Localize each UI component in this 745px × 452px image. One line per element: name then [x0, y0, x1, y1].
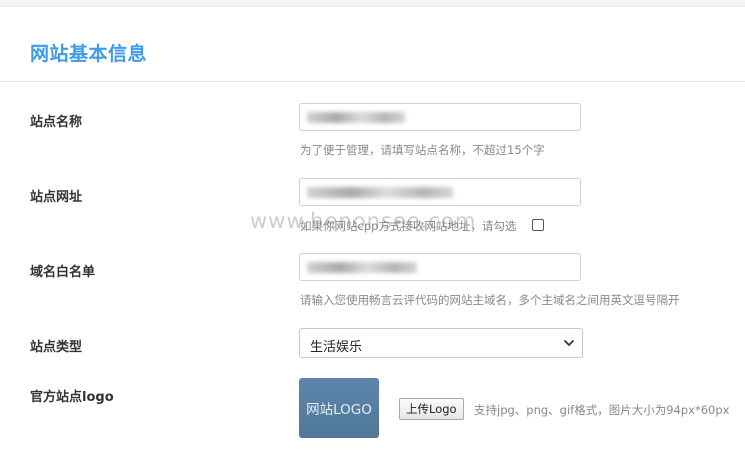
site-type-select[interactable]: 生活娱乐	[299, 328, 583, 358]
chevron-down-icon	[564, 340, 574, 346]
site-url-input[interactable]	[299, 178, 581, 206]
logo-preview: 网站LOGO	[299, 378, 379, 438]
watermark-text: www.henonsee.com	[250, 209, 477, 233]
domain-whitelist-help: 请输入您使用畅言云评代码的网站主域名，多个主域名之间用英文逗号隔开	[300, 293, 680, 307]
site-name-input[interactable]	[299, 103, 581, 131]
top-strip	[0, 0, 745, 7]
site-name-help: 为了便于管理，请填写站点名称，不超过15个字	[300, 143, 545, 157]
title-divider	[0, 81, 745, 82]
blurred-value	[307, 112, 405, 123]
site-type-value: 生活娱乐	[310, 340, 363, 355]
blurred-value	[307, 262, 417, 273]
site-type-label: 站点类型	[30, 340, 83, 355]
page-title: 网站基本信息	[30, 43, 148, 65]
site-url-label: 站点网址	[30, 190, 83, 205]
site-logo-label: 官方站点logo	[30, 390, 114, 405]
site-url-checkbox[interactable]	[532, 219, 544, 231]
upload-hint: 支持jpg、png、gif格式，图片大小为94px*60px	[474, 403, 730, 417]
upload-logo-button[interactable]: 上传Logo	[399, 398, 464, 420]
domain-whitelist-input[interactable]	[299, 253, 581, 281]
logo-preview-text: 网站LOGO	[306, 402, 372, 418]
blurred-value	[307, 187, 453, 198]
domain-whitelist-label: 域名白名单	[30, 265, 96, 280]
site-name-label: 站点名称	[30, 115, 83, 130]
